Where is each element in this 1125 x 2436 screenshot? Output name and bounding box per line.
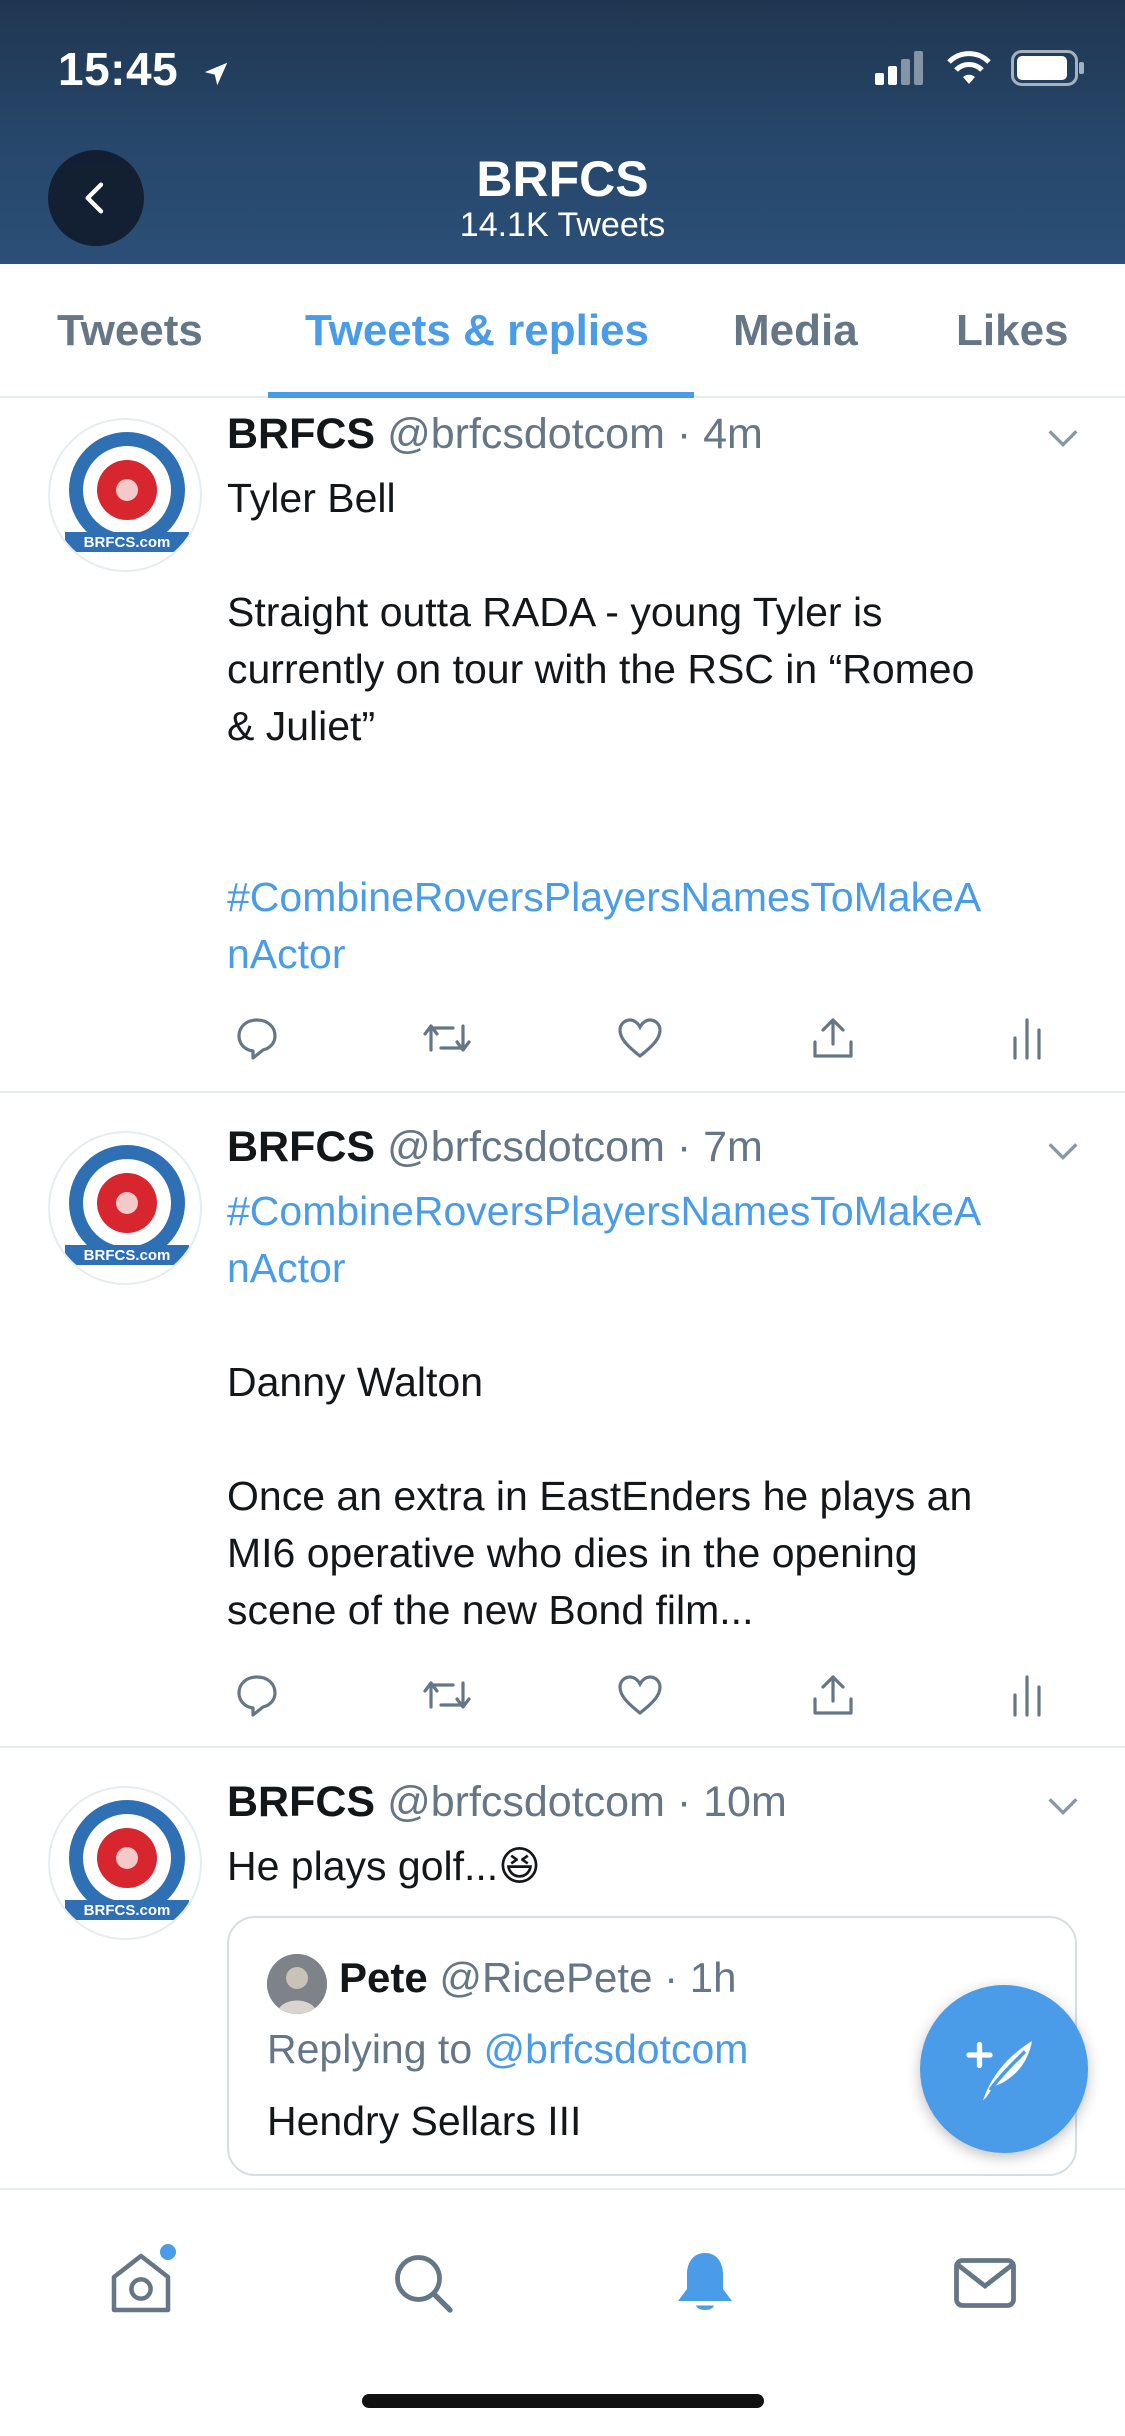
search-icon bbox=[395, 2255, 453, 2313]
quoted-tweet-header: Pete @RicePete · 1h bbox=[339, 1954, 737, 2002]
reply-icon[interactable] bbox=[227, 1008, 287, 1068]
profile-header: 15:45 BRFCS 14.1K Tweets bbox=[0, 0, 1125, 264]
nav-notifications[interactable] bbox=[660, 2238, 750, 2328]
tweet-feed[interactable]: BRFCS.com BRFCS @brfcsdotcom · 4m Tyler … bbox=[0, 398, 1125, 2188]
tweet-text: He plays golf...😆 bbox=[227, 1843, 541, 1889]
author-handle[interactable]: @brfcsdotcom bbox=[387, 410, 665, 458]
reply-icon[interactable] bbox=[227, 1665, 287, 1725]
mention-link[interactable]: @brfcsdotcom bbox=[484, 2026, 749, 2072]
wifi-icon bbox=[945, 50, 993, 91]
svg-text:BRFCS.com: BRFCS.com bbox=[84, 1902, 171, 1919]
dot-separator: · bbox=[676, 410, 692, 458]
nav-messages[interactable] bbox=[940, 2238, 1030, 2328]
share-icon[interactable] bbox=[803, 1665, 863, 1725]
avatar[interactable]: BRFCS.com bbox=[48, 1131, 202, 1285]
tweet-text: Tyler Bell Straight outta RADA - young T… bbox=[227, 470, 1077, 983]
battery-icon bbox=[1011, 50, 1085, 91]
quoted-author-name[interactable]: Pete bbox=[339, 1954, 428, 2001]
messages-envelope-icon bbox=[954, 2258, 1016, 2308]
avatar[interactable]: BRFCS.com bbox=[48, 418, 202, 572]
author-name[interactable]: BRFCS bbox=[227, 410, 375, 458]
avatar[interactable]: BRFCS.com bbox=[48, 1786, 202, 1940]
tweet-header: BRFCS @brfcsdotcom · 10m bbox=[227, 1778, 787, 1827]
tab-tweets[interactable]: Tweets bbox=[57, 306, 203, 356]
profile-tabs: Tweets Tweets & replies Media Likes bbox=[0, 264, 1125, 398]
hashtag-link[interactable]: nActor bbox=[227, 926, 1077, 983]
svg-text:BRFCS.com: BRFCS.com bbox=[84, 1247, 171, 1264]
hashtag-link[interactable]: #CombineRoversPlayersNamesToMakeA bbox=[227, 1183, 1077, 1240]
svg-text:BRFCS.com: BRFCS.com bbox=[84, 534, 171, 551]
author-handle[interactable]: @brfcsdotcom bbox=[387, 1778, 665, 1826]
chevron-down-icon[interactable] bbox=[1043, 1131, 1083, 1171]
replying-to-line: Replying to @brfcsdotcom bbox=[267, 2026, 749, 2072]
dot-separator: · bbox=[676, 1123, 692, 1171]
tweet-time: 4m bbox=[703, 410, 763, 458]
home-indicator[interactable] bbox=[362, 2394, 764, 2408]
tab-likes[interactable]: Likes bbox=[956, 306, 1069, 356]
chevron-down-icon[interactable] bbox=[1043, 418, 1083, 458]
cellular-signal-icon bbox=[875, 51, 927, 90]
quoted-tweet-time: 1h bbox=[689, 1954, 737, 2001]
share-icon[interactable] bbox=[803, 1008, 863, 1068]
notifications-bell-icon bbox=[678, 2253, 732, 2310]
dot-separator: · bbox=[664, 1954, 679, 2001]
tweet-header: BRFCS @brfcsdotcom · 7m bbox=[227, 1123, 763, 1172]
quoted-avatar[interactable] bbox=[267, 1954, 327, 2014]
tweet-time: 10m bbox=[703, 1778, 787, 1826]
status-icons bbox=[875, 50, 1085, 91]
tab-tweets-and-replies[interactable]: Tweets & replies bbox=[305, 306, 649, 356]
tweet-count: 14.1K Tweets bbox=[459, 206, 666, 244]
brfcs-logo-icon: BRFCS.com bbox=[65, 432, 189, 552]
retweet-icon[interactable] bbox=[417, 1665, 477, 1725]
quoted-author-handle[interactable]: @RicePete bbox=[439, 1954, 652, 2001]
analytics-icon[interactable] bbox=[997, 1008, 1057, 1068]
like-icon[interactable] bbox=[610, 1008, 670, 1068]
new-content-dot bbox=[160, 2244, 176, 2260]
tweet[interactable]: BRFCS.com BRFCS @brfcsdotcom · 4m Tyler … bbox=[0, 398, 1125, 1093]
author-handle[interactable]: @brfcsdotcom bbox=[387, 1123, 665, 1171]
tweet-text: #CombineRoversPlayersNamesToMakeA nActor… bbox=[227, 1183, 1077, 1639]
nav-home[interactable] bbox=[96, 2238, 186, 2328]
compose-tweet-icon bbox=[966, 2041, 1032, 2101]
tweet-actions bbox=[227, 1665, 1077, 1725]
dot-separator: · bbox=[676, 1778, 692, 1826]
profile-name: BRFCS bbox=[476, 151, 649, 207]
like-icon[interactable] bbox=[610, 1665, 670, 1725]
compose-tweet-button[interactable] bbox=[920, 1985, 1088, 2153]
brfcs-logo-icon: BRFCS.com bbox=[65, 1800, 189, 1920]
tweet-time: 7m bbox=[703, 1123, 763, 1171]
brfcs-logo-icon: BRFCS.com bbox=[65, 1145, 189, 1265]
retweet-icon[interactable] bbox=[417, 1008, 477, 1068]
status-time: 15:45 bbox=[58, 42, 231, 100]
tab-media[interactable]: Media bbox=[733, 306, 858, 356]
tweet-actions bbox=[227, 1008, 1077, 1068]
tweet[interactable]: BRFCS.com BRFCS @brfcsdotcom · 7m #Combi… bbox=[0, 1093, 1125, 1748]
hashtag-link[interactable]: #CombineRoversPlayersNamesToMakeA bbox=[227, 869, 1077, 926]
nav-search[interactable] bbox=[378, 2238, 468, 2328]
tweet-header: BRFCS @brfcsdotcom · 4m bbox=[227, 410, 763, 459]
location-arrow-icon bbox=[201, 46, 231, 100]
quoted-tweet-text: Hendry Sellars III bbox=[267, 2098, 582, 2144]
author-name[interactable]: BRFCS bbox=[227, 1123, 375, 1171]
author-name[interactable]: BRFCS bbox=[227, 1778, 375, 1826]
hashtag-link[interactable]: nActor bbox=[227, 1240, 1077, 1297]
chevron-down-icon[interactable] bbox=[1043, 1786, 1083, 1826]
analytics-icon[interactable] bbox=[997, 1665, 1057, 1725]
